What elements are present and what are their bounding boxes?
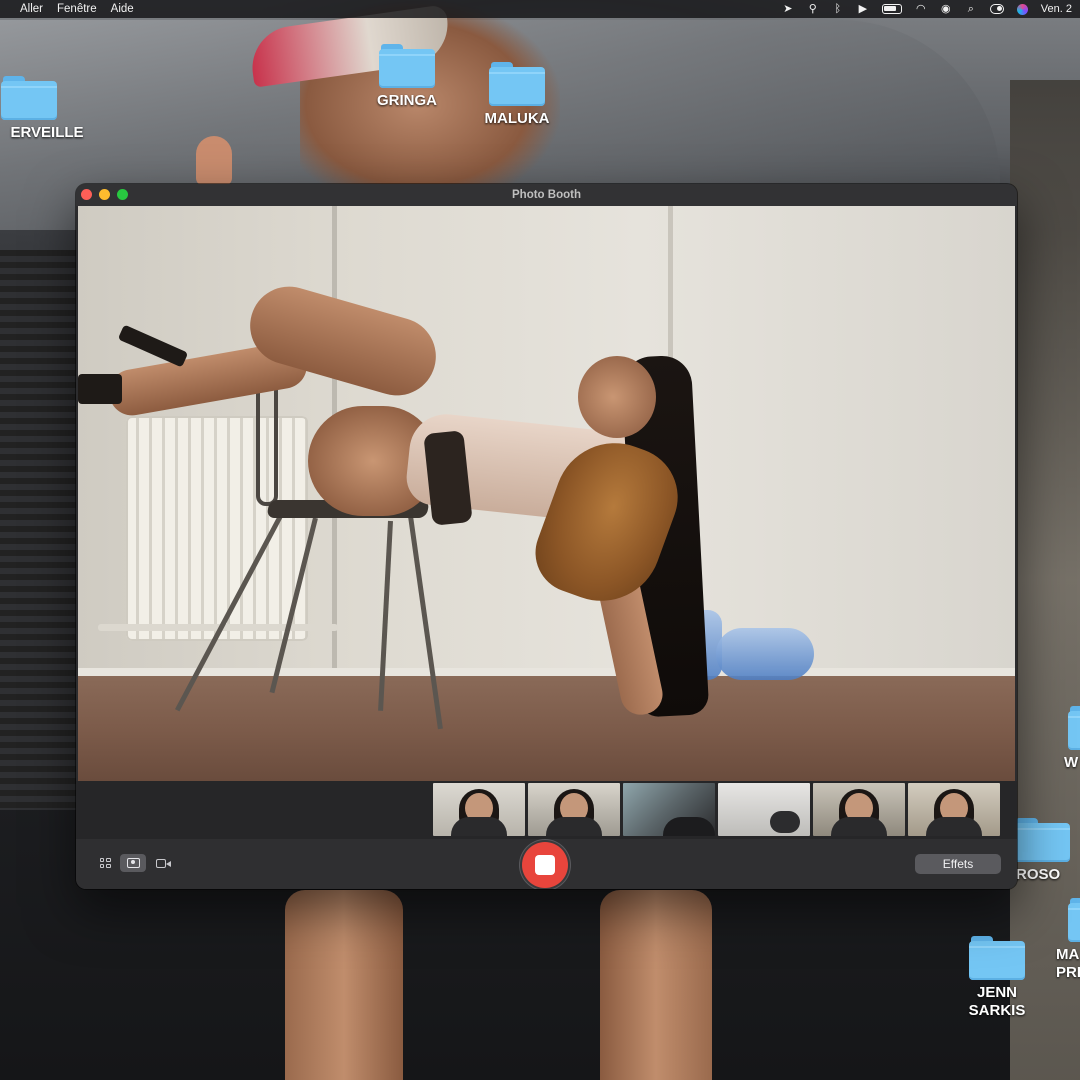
menubar-clock[interactable]: Ven. 2 xyxy=(1041,3,1072,15)
desktop-folder-gringa[interactable]: GRINGA xyxy=(352,44,462,110)
menu-fenetre[interactable]: Fenêtre xyxy=(57,3,97,15)
search-icon[interactable]: ⌕ xyxy=(965,3,977,15)
folder-icon xyxy=(1068,898,1080,942)
video-camera-icon xyxy=(156,858,171,868)
bluetooth-icon[interactable]: ᛒ xyxy=(832,3,844,15)
person-heel xyxy=(117,324,189,368)
photo-booth-window: Photo Booth Effets xyxy=(76,184,1017,889)
mode-selector xyxy=(92,854,174,872)
desktop-folder-maluka[interactable]: MALUKA xyxy=(462,62,572,128)
camera-preview xyxy=(78,206,1015,781)
menu-aller[interactable]: Aller xyxy=(20,3,43,15)
desktop-folder-w[interactable]: W xyxy=(1018,706,1080,772)
desktop-folder-jenn-sarkis[interactable]: JENN SARKIS xyxy=(942,936,1052,1020)
location-arrow-icon[interactable]: ➤ xyxy=(782,3,794,15)
water-bottles xyxy=(688,604,818,682)
desktop-folder-label: MA PRI xyxy=(1056,946,1080,981)
wallpaper-car-grille xyxy=(0,250,80,810)
wallpaper-leg-left xyxy=(285,890,403,1080)
single-photo-mode-button[interactable] xyxy=(120,854,146,872)
folder-icon xyxy=(969,936,1025,980)
folder-icon xyxy=(1014,818,1070,862)
desktop-folder-label: W xyxy=(1064,754,1079,771)
menu-aide[interactable]: Aide xyxy=(111,3,134,15)
desktop-folder-label: ERVEILLE xyxy=(10,124,84,141)
person-head xyxy=(578,356,656,438)
menu-bar: Aller Fenêtre Aide ➤ ⚲ ᛒ ▶ ◠ ◉ ⌕ Ven. 2 xyxy=(0,0,1080,18)
folder-icon xyxy=(1,76,57,120)
window-titlebar[interactable]: Photo Booth xyxy=(76,184,1017,206)
siri-icon[interactable] xyxy=(1016,3,1028,15)
stop-icon xyxy=(535,855,555,875)
control-bar: Effets xyxy=(76,839,1017,889)
effects-button[interactable]: Effets xyxy=(915,854,1001,874)
window-title: Photo Booth xyxy=(512,189,581,201)
desktop-folder-roso[interactable]: ROSO xyxy=(1014,818,1074,884)
folder-icon xyxy=(379,44,435,88)
photo-thumbnail[interactable] xyxy=(623,783,715,836)
person-heel xyxy=(78,374,122,404)
photo-thumbnail[interactable] xyxy=(908,783,1000,836)
floor xyxy=(78,676,1015,781)
folder-icon xyxy=(1068,706,1080,750)
photo-thumbnail[interactable] xyxy=(813,783,905,836)
folder-icon xyxy=(489,62,545,106)
wallpaper-hand xyxy=(196,136,232,186)
desktop-folder-label: ROSO xyxy=(1016,866,1061,883)
control-center-icon[interactable] xyxy=(989,4,1004,14)
desktop-folder-ma-pri[interactable]: MA PRI xyxy=(1052,898,1080,982)
wallpaper-leg-right xyxy=(600,890,712,1080)
photo-thumbnail[interactable] xyxy=(718,783,810,836)
photo-icon xyxy=(126,858,140,868)
grid-icon xyxy=(99,858,111,868)
desktop-folder-label: GRINGA xyxy=(377,92,437,109)
desktop-folder-erveille[interactable]: ERVEILLE xyxy=(0,76,84,142)
battery-icon[interactable] xyxy=(881,4,902,14)
close-button[interactable] xyxy=(81,189,92,200)
photo-thumbnail[interactable] xyxy=(528,783,620,836)
tether-icon[interactable]: ⚲ xyxy=(807,3,819,15)
four-photo-mode-button[interactable] xyxy=(92,854,118,872)
radiator xyxy=(126,416,308,641)
wifi-icon[interactable]: ◠ xyxy=(915,3,927,15)
play-icon[interactable]: ▶ xyxy=(857,3,869,15)
desktop-folder-label: MALUKA xyxy=(484,110,550,127)
photo-thumbnail[interactable] xyxy=(433,783,525,836)
user-icon[interactable]: ◉ xyxy=(940,3,952,15)
fullscreen-button[interactable] xyxy=(117,189,128,200)
minimize-button[interactable] xyxy=(99,189,110,200)
record-button[interactable] xyxy=(522,842,568,888)
photo-strip xyxy=(76,781,1017,839)
desktop-folder-label: JENN SARKIS xyxy=(968,984,1026,1019)
video-mode-button[interactable] xyxy=(148,854,174,872)
